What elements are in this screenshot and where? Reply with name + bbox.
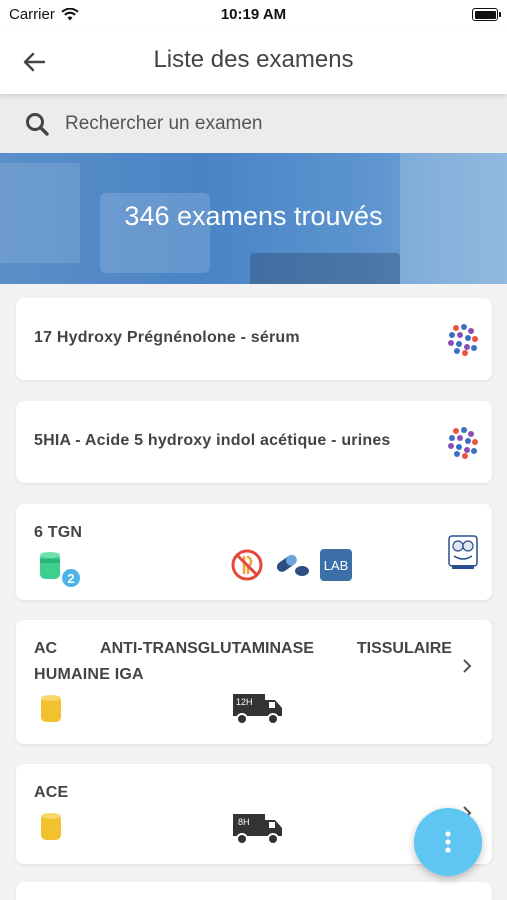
yellow-tube-icon: [41, 695, 61, 722]
mascot-lab-logo-icon: [448, 535, 478, 569]
exam-title: ACE: [34, 784, 69, 801]
lab-badge-icon: LAB: [320, 549, 352, 581]
status-time: 10:19 AM: [220, 6, 287, 23]
exam-title: 6 TGN: [34, 524, 83, 541]
exam-title-word: TISSULAIRE: [356, 640, 452, 657]
delivery-time: 8H: [238, 817, 250, 827]
dots-lab-logo-icon: [448, 427, 478, 459]
exam-title-line2: HUMAINE IGA: [34, 666, 144, 683]
chevron-right-icon: [463, 659, 472, 673]
delivery-truck-icon: 8H: [232, 812, 284, 846]
more-vertical-icon: [445, 831, 451, 853]
yellow-tube-icon: [41, 813, 61, 840]
search-input[interactable]: [65, 112, 465, 135]
app-header: Liste des examens: [0, 30, 507, 94]
tube-count: 2: [67, 570, 75, 586]
delivery-time: 12H: [236, 697, 253, 707]
exam-card[interactable]: 5HIA - Acide 5 hydroxy indol acétique - …: [16, 401, 492, 483]
exam-card[interactable]: AC ANTI-TRANSGLUTAMINASE TISSULAIRE HUMA…: [16, 620, 492, 744]
exam-title: AC ANTI-TRANSGLUTAMINASE TISSULAIRE: [34, 640, 452, 658]
exam-title-word: ANTI-TRANSGLUTAMINASE: [100, 640, 314, 657]
search-icon: [26, 112, 49, 136]
search-bar: [0, 94, 507, 153]
battery-icon: [472, 8, 501, 21]
exam-title: 5HIA - Acide 5 hydroxy indol acétique - …: [34, 432, 391, 449]
exam-title-word: AC: [34, 640, 58, 657]
medication-icon: [276, 554, 309, 576]
status-bar: Carrier 10:19 AM: [0, 0, 507, 30]
tube-count-badge: 2: [60, 567, 82, 589]
exam-card[interactable]: [16, 882, 492, 900]
exam-card[interactable]: 17 Hydroxy Prégnénolone - sérum: [16, 298, 492, 380]
green-tube-icon: [40, 552, 60, 579]
lab-badge-label: LAB: [323, 557, 349, 573]
more-options-button[interactable]: [414, 808, 482, 876]
delivery-truck-icon: 12H: [232, 692, 284, 726]
exam-title: 17 Hydroxy Prégnénolone - sérum: [34, 329, 300, 346]
results-count: 346 examens trouvés: [124, 201, 383, 231]
page-title: Liste des examens: [153, 46, 354, 73]
exam-card[interactable]: 6 TGN 2 LAB: [16, 504, 492, 600]
no-food-icon: [231, 549, 263, 581]
results-banner: 346 examens trouvés: [0, 153, 507, 284]
dots-lab-logo-icon: [448, 324, 478, 356]
